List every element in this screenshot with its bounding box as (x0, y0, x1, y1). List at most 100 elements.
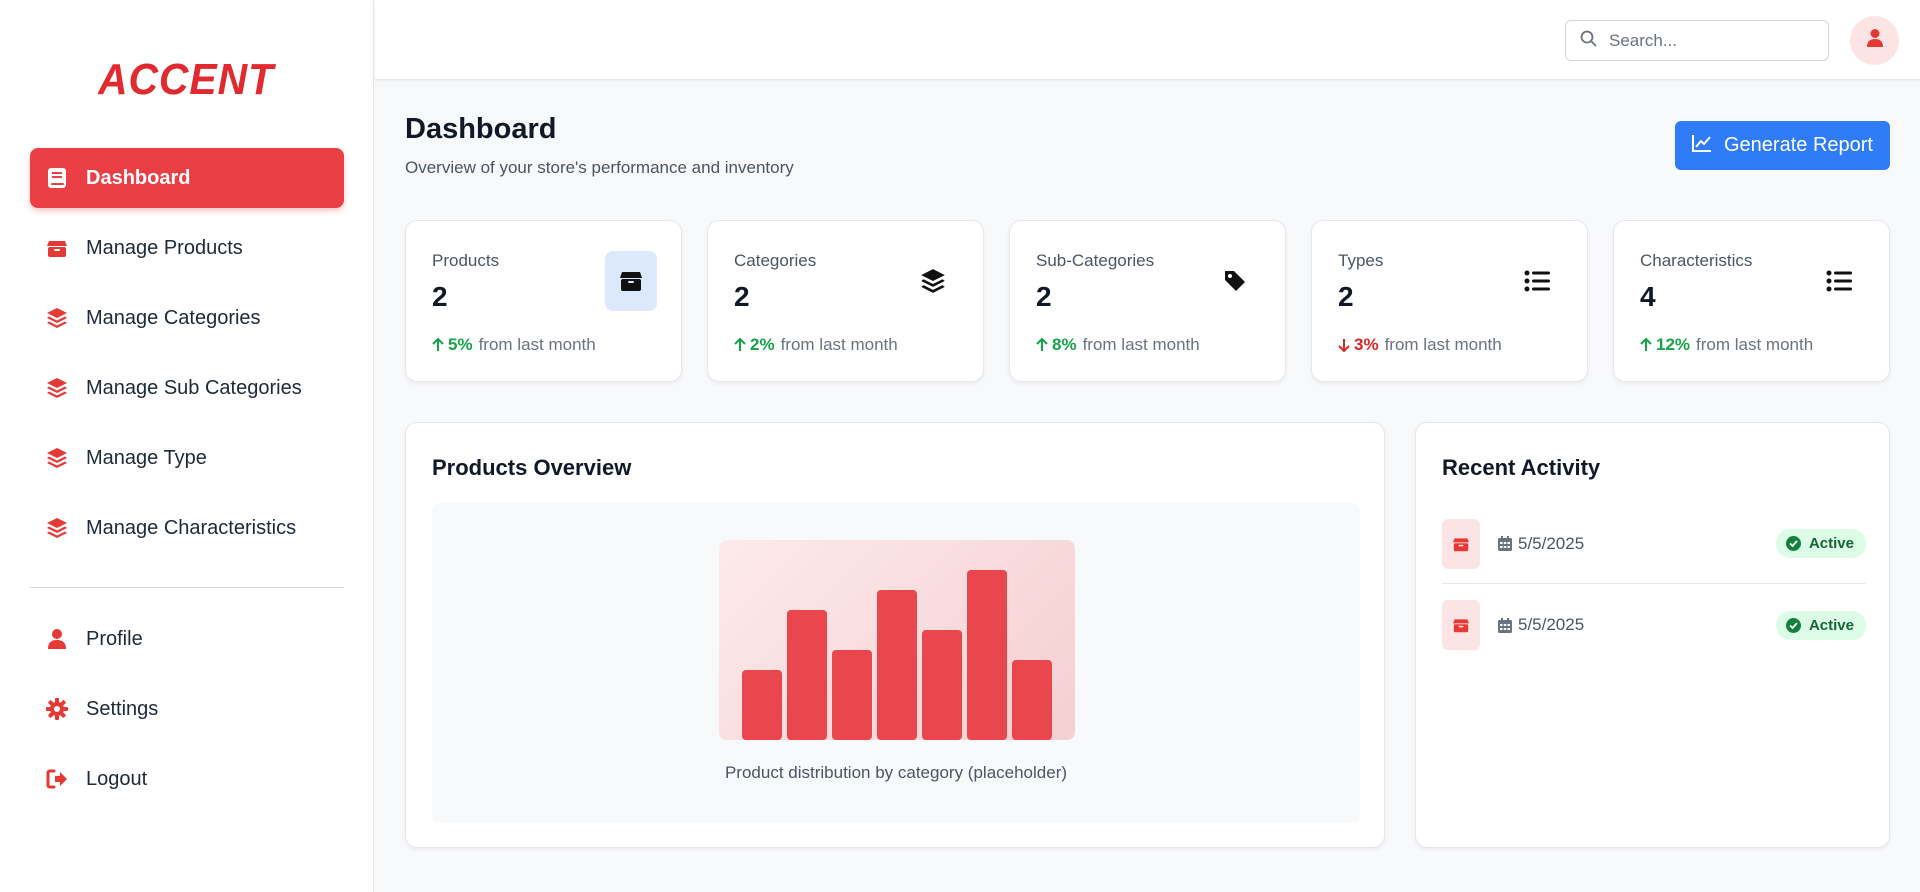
sidebar-item-manage-type[interactable]: Manage Type (30, 428, 344, 488)
stat-change: 8% from last month (1036, 335, 1200, 355)
products-overview-panel: Products Overview Product distribution b… (405, 422, 1385, 848)
stat-label: Products (432, 251, 500, 270)
brand-logo[interactable]: ACCENT (98, 56, 278, 102)
arrow-up-icon (734, 338, 746, 352)
layers-icon (907, 251, 959, 311)
status-badge: Active (1775, 610, 1866, 640)
arrow-up-icon (1640, 338, 1652, 352)
check-circle-icon (1785, 617, 1809, 633)
stat-label: Sub-Categories (1036, 251, 1155, 270)
stat-card-sub-categories: Sub-Categories 2 8% from last month (1009, 220, 1286, 382)
stat-change: 12% from last month (1640, 335, 1813, 355)
stat-value: 4 (1640, 281, 1656, 312)
page-title: Dashboard (405, 113, 557, 145)
calendar-icon (1498, 536, 1518, 551)
sidebar-item-label: Manage Products (86, 236, 243, 259)
stat-card-products: Products 2 5% from last month (405, 220, 682, 382)
sidebar-item-label: Manage Characteristics (86, 516, 297, 539)
sidebar-item-label: Manage Type (86, 446, 207, 469)
recent-activity-panel: Recent Activity 5/5/2025 Active 5/5/2025… (1415, 422, 1890, 848)
stat-change-suffix: from last month (478, 335, 596, 354)
sidebar-item-profile[interactable]: Profile (30, 609, 344, 669)
stat-change-suffix: from last month (780, 335, 898, 354)
topbar (375, 0, 1920, 80)
stat-change-percent: 5% (448, 335, 473, 354)
calendar-icon (1498, 617, 1518, 633)
activity-date-text: 5/5/2025 (1518, 533, 1585, 553)
stat-change: 5% from last month (432, 335, 596, 355)
stat-card-categories: Categories 2 2% from last month (707, 220, 984, 382)
sidebar-item-label: Manage Sub Categories (86, 376, 302, 399)
generate-report-label: Generate Report (1724, 134, 1873, 156)
search-input[interactable] (1609, 30, 1809, 51)
stat-value: 2 (432, 281, 448, 312)
list-icon (1813, 251, 1865, 311)
activity-date: 5/5/2025 (1498, 534, 1584, 554)
box-icon (605, 251, 657, 311)
bar (877, 590, 917, 740)
sidebar-item-label: Profile (86, 627, 143, 650)
avatar[interactable] (1850, 16, 1899, 65)
sidebar-item-label: Dashboard (86, 166, 191, 189)
box-icon (1442, 600, 1480, 650)
stat-label: Types (1338, 251, 1384, 270)
stat-card-types: Types 2 3% from last month (1311, 220, 1588, 382)
stat-change-suffix: from last month (1082, 335, 1200, 354)
stat-label: Categories (734, 251, 817, 270)
page-subtitle: Overview of your store's performance and… (405, 158, 794, 177)
sidebar-item-manage-categories[interactable]: Manage Categories (30, 288, 344, 348)
layers-icon (46, 377, 68, 399)
sidebar-item-label: Manage Categories (86, 306, 261, 329)
panel-title: Products Overview (432, 455, 632, 480)
stat-value: 2 (1338, 281, 1354, 312)
sidebar-item-settings[interactable]: Settings (30, 679, 344, 739)
sidebar-item-manage-products[interactable]: Manage Products (30, 218, 344, 278)
stat-value: 2 (1036, 281, 1052, 312)
sidebar-item-manage-characteristics[interactable]: Manage Characteristics (30, 498, 344, 558)
tag-icon (1209, 251, 1261, 311)
layers-icon (46, 517, 68, 539)
check-circle-icon (1785, 536, 1809, 551)
generate-report-button[interactable]: Generate Report (1675, 121, 1890, 170)
box-icon (1442, 518, 1480, 569)
stat-change: 3% from last month (1338, 335, 1502, 355)
search-icon (1580, 30, 1597, 52)
status-text: Active (1808, 535, 1854, 552)
bar (787, 610, 827, 740)
bar (742, 670, 782, 740)
bar (922, 630, 962, 740)
stat-change-percent: 3% (1354, 335, 1379, 354)
sidebar-item-logout[interactable]: Logout (30, 749, 344, 809)
bar (832, 650, 872, 740)
stat-change: 2% from last month (734, 335, 898, 355)
stat-change-suffix: from last month (1696, 335, 1814, 354)
user-icon (1866, 28, 1884, 53)
chart-line-icon (1692, 134, 1724, 158)
stat-change-percent: 2% (750, 335, 775, 354)
activity-item[interactable]: 5/5/2025 Active (1442, 585, 1866, 665)
box-icon (46, 237, 68, 259)
sidebar-item-dashboard[interactable]: Dashboard (30, 148, 344, 208)
book-icon (46, 167, 68, 189)
bar (1012, 660, 1052, 740)
search-box[interactable] (1565, 20, 1829, 61)
panel-title: Recent Activity (1442, 455, 1601, 480)
arrow-up-icon (432, 338, 444, 352)
activity-date: 5/5/2025 (1498, 615, 1584, 635)
chart-area: Product distribution by category (placeh… (432, 503, 1360, 823)
sidebar-item-label: Settings (86, 697, 159, 720)
sidebar-item-label: Logout (86, 767, 148, 790)
status-badge: Active (1775, 529, 1866, 558)
stat-card-characteristics: Characteristics 4 12% from last month (1613, 220, 1890, 382)
bar (967, 570, 1007, 740)
sidebar-item-manage-sub-categories[interactable]: Manage Sub Categories (30, 358, 344, 418)
sidebar-nav: Dashboard Manage Products Manage Categor… (30, 148, 344, 568)
layers-icon (46, 447, 68, 469)
layers-icon (46, 307, 68, 329)
bar-chart (742, 570, 1052, 740)
stat-change-suffix: from last month (1384, 335, 1502, 354)
gear-icon (46, 698, 68, 720)
activity-item[interactable]: 5/5/2025 Active (1442, 504, 1866, 584)
arrow-up-icon (1036, 338, 1048, 352)
status-text: Active (1808, 616, 1854, 634)
